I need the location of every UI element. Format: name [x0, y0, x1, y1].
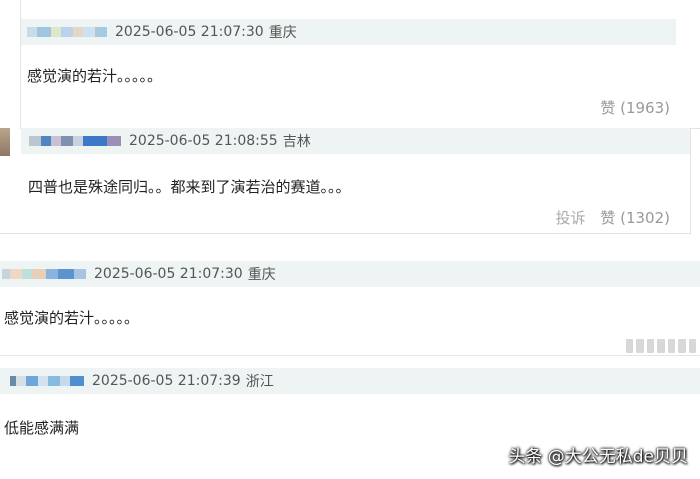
comment-text: 低能感满满: [4, 419, 80, 437]
comment-actions: 投诉 赞 (1302): [546, 207, 670, 228]
comment-divider: [0, 355, 700, 356]
comment-meta-bar: 2025-06-05 21:07:30 重庆: [0, 261, 700, 287]
comment-text: 感觉演的若汁。。。。。: [27, 67, 163, 85]
comment-meta-bar: 2025-06-05 21:07:39 浙江: [0, 368, 700, 394]
blurred-action-area: [626, 337, 696, 355]
comment-meta-bar: 2025-06-05 21:08:55 吉林: [21, 128, 690, 154]
comment-text: 感觉演的若汁。。。。。: [4, 309, 140, 327]
comment-timestamp: 2025-06-05 21:07:30: [94, 266, 243, 282]
comment-timestamp: 2025-06-05 21:07:30: [115, 24, 264, 40]
blurred-username[interactable]: [2, 269, 86, 279]
blurred-username[interactable]: [10, 376, 84, 386]
blurred-username[interactable]: [29, 136, 121, 146]
comment-thread: 2025-06-05 21:07:30 重庆 感觉演的若汁。。。。。 赞 (19…: [0, 0, 700, 479]
comment-timestamp: 2025-06-05 21:08:55: [129, 133, 278, 149]
comment-location: 重庆: [268, 25, 297, 41]
report-button[interactable]: 投诉: [556, 209, 586, 227]
blurred-username[interactable]: [27, 27, 107, 37]
comment-location: 吉林: [282, 134, 311, 150]
comment-actions: 赞 (1963): [590, 97, 670, 118]
like-button[interactable]: 赞 (1963): [600, 99, 670, 117]
comment-location: 浙江: [245, 374, 274, 390]
like-button[interactable]: 赞 (1302): [600, 209, 670, 227]
comment-meta-bar: 2025-06-05 21:07:30 重庆: [21, 19, 676, 45]
avatar[interactable]: [0, 128, 10, 156]
comment-location: 重庆: [247, 267, 276, 283]
watermark-text: 头条 @大公无私de贝贝: [508, 447, 688, 467]
comment-text: 四普也是殊途同归。。都来到了演若治的赛道。。。: [28, 178, 351, 196]
comment-timestamp: 2025-06-05 21:07:39: [92, 373, 241, 389]
